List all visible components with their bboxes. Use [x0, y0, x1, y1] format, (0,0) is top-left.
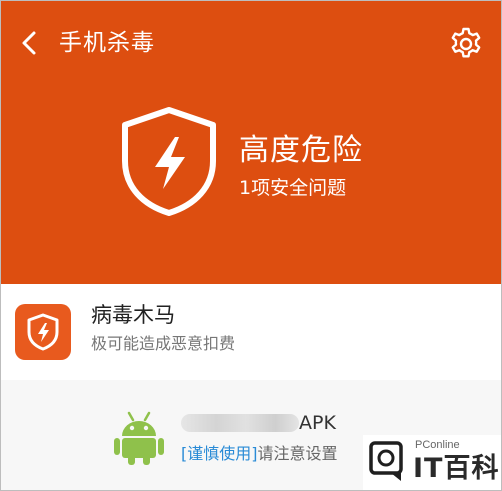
issue-count: 1项安全问题 — [239, 177, 347, 199]
threat-category-name: 病毒木马 — [91, 303, 175, 327]
threat-category-description: 极可能造成恶意扣费 — [91, 334, 236, 353]
app-warning-note: 请注意设置 — [257, 444, 338, 463]
risk-level-title: 高度危险 — [239, 133, 363, 168]
status-header: 手机杀毒 高度危险 1项安全问题 — [1, 1, 501, 284]
shield-lightning-icon — [27, 313, 59, 351]
page-title: 手机杀毒 — [59, 30, 155, 56]
chevron-left-icon — [22, 31, 36, 55]
shield-lightning-icon — [122, 107, 216, 216]
app-name: APK — [299, 412, 336, 434]
site-watermark: PConline IT百科 — [363, 435, 501, 490]
android-icon — [114, 411, 164, 465]
caution-tag: [谨慎使用] — [181, 444, 258, 463]
watermark-brand-big: IT百科 — [413, 453, 500, 484]
settings-button[interactable] — [448, 25, 484, 61]
threat-icon-badge — [15, 304, 71, 360]
gear-icon — [451, 27, 481, 58]
phone-screen: 手机杀毒 高度危险 1项安全问题 病毒木马 极可能造成恶意扣费 APK [谨慎使… — [0, 0, 502, 491]
watermark-brand-small: PConline — [415, 439, 460, 451]
app-warning-line: [谨慎使用]请注意设置 — [181, 442, 338, 466]
blurred-app-name — [181, 414, 299, 432]
back-button[interactable] — [15, 27, 43, 59]
pconline-logo-icon — [369, 441, 403, 481]
threat-category-row[interactable]: 病毒木马 极可能造成恶意扣费 — [1, 284, 501, 380]
